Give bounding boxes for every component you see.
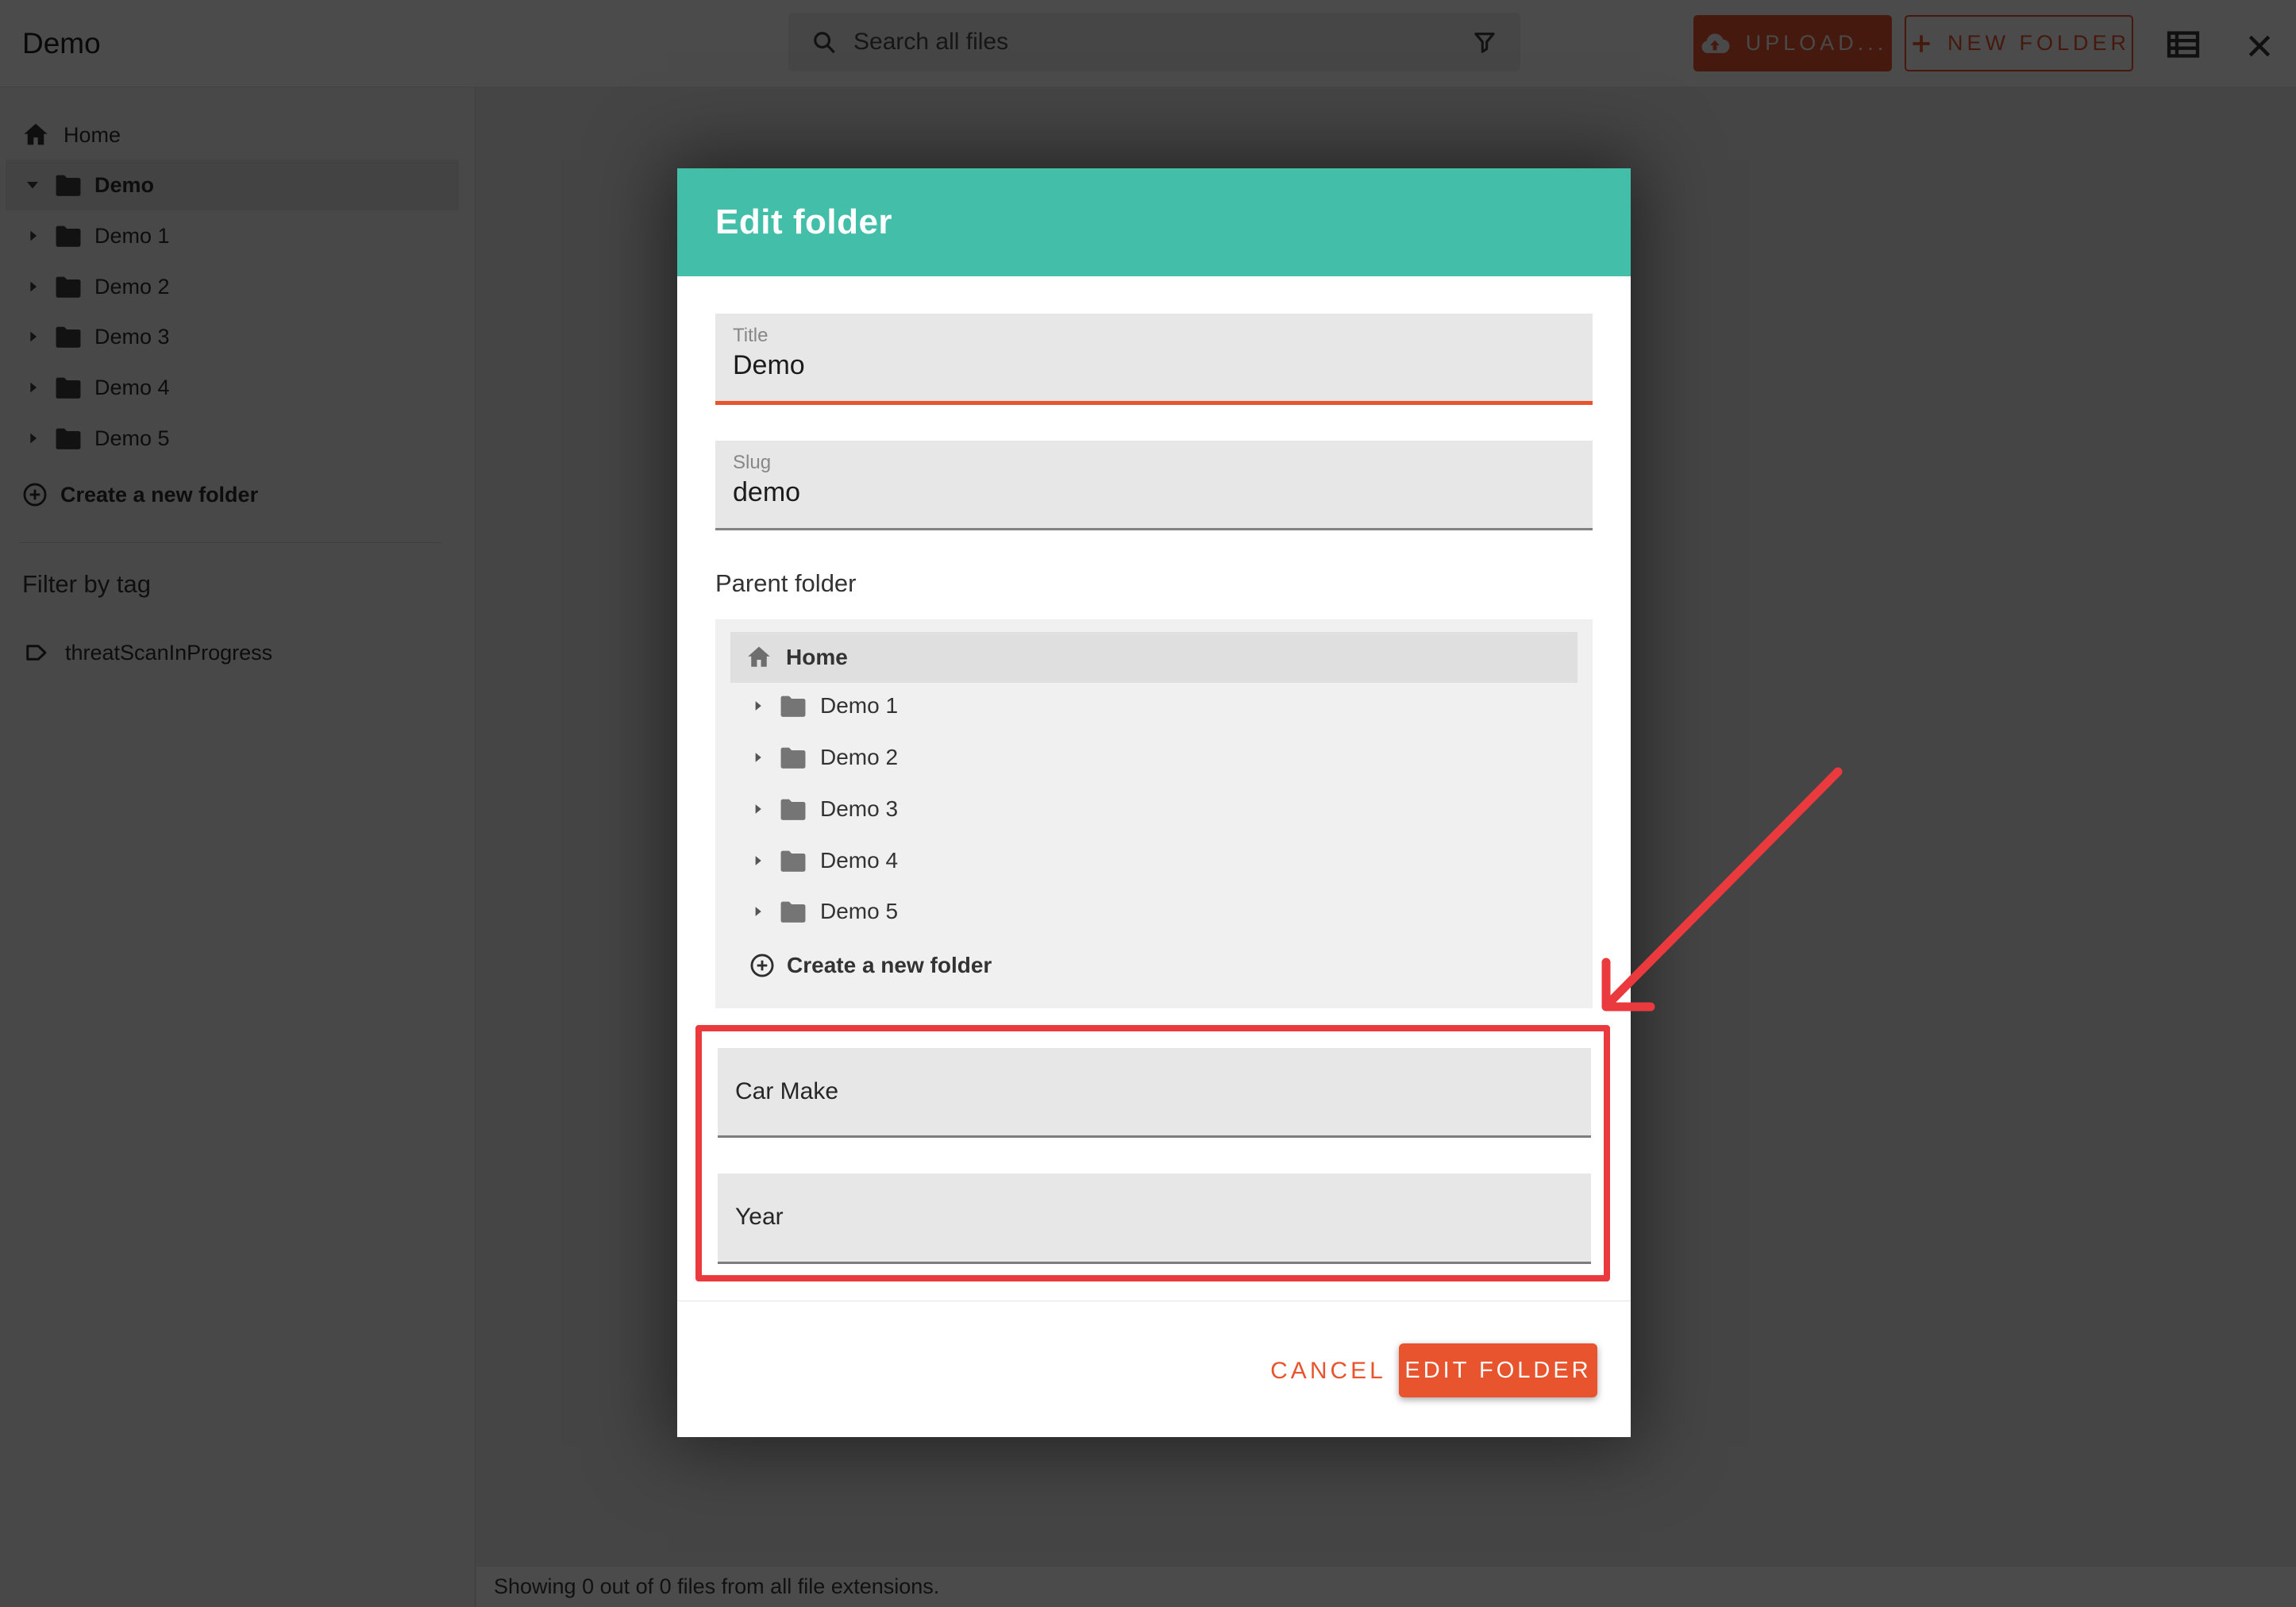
tree-item-label: Demo 5 (820, 899, 898, 924)
modal-title: Edit folder (715, 168, 892, 276)
edit-folder-submit-button[interactable]: EDIT FOLDER (1399, 1343, 1597, 1397)
year-field[interactable]: Year (718, 1173, 1591, 1264)
chevron-right-icon[interactable] (750, 750, 766, 765)
tree-item-label: Home (786, 645, 848, 670)
tree-create-folder[interactable]: Create a new folder (715, 940, 1593, 991)
title-field[interactable]: Title (715, 314, 1593, 405)
tree-item-label: Demo 2 (820, 745, 898, 770)
slug-input[interactable] (733, 477, 1566, 508)
tree-item-label: Demo 4 (820, 848, 898, 873)
folder-icon (778, 898, 808, 925)
modal-header: Edit folder (677, 168, 1631, 276)
tree-item-demo-1[interactable]: Demo 1 (715, 681, 1593, 730)
tree-item-label: Demo 1 (820, 693, 898, 719)
car-make-field-label: Car Make (718, 1048, 1591, 1135)
slug-field-label: Slug (733, 452, 771, 474)
tree-item-home-selected[interactable]: Home (730, 632, 1578, 683)
tree-item-demo-5[interactable]: Demo 5 (715, 887, 1593, 936)
tree-create-folder-label: Create a new folder (787, 953, 992, 978)
year-field-label: Year (718, 1173, 1591, 1261)
title-field-label: Title (733, 325, 768, 347)
home-icon (745, 643, 773, 672)
chevron-right-icon[interactable] (750, 801, 766, 817)
slug-field[interactable]: Slug (715, 441, 1593, 530)
folder-icon (778, 692, 808, 719)
tree-item-demo-4[interactable]: Demo 4 (715, 836, 1593, 885)
folder-icon (778, 796, 808, 823)
tree-item-demo-3[interactable]: Demo 3 (715, 784, 1593, 834)
parent-folder-label: Parent folder (715, 569, 857, 598)
chevron-right-icon[interactable] (750, 698, 766, 714)
car-make-field[interactable]: Car Make (718, 1048, 1591, 1138)
tree-item-demo-2[interactable]: Demo 2 (715, 733, 1593, 782)
cancel-button[interactable]: CANCEL (1257, 1347, 1400, 1395)
edit-folder-modal: Edit folder Title Slug Parent folder Hom… (677, 168, 1631, 1437)
title-input[interactable] (733, 350, 1566, 381)
plus-circle-icon (748, 951, 776, 980)
parent-folder-tree: Home Demo 1 Demo 2 Demo 3 Demo 4 Demo 5 (715, 619, 1593, 1008)
chevron-right-icon[interactable] (750, 853, 766, 869)
tree-item-label: Demo 3 (820, 796, 898, 822)
folder-icon (778, 744, 808, 771)
folder-icon (778, 847, 808, 874)
chevron-right-icon[interactable] (750, 904, 766, 919)
